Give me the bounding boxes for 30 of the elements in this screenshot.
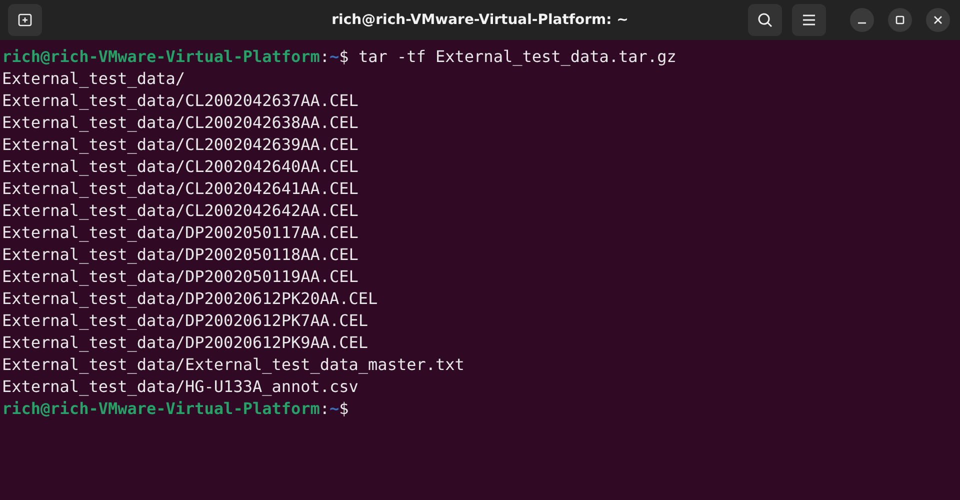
prompt-line: rich@rich-VMware-Virtual-Platform:~$ — [2, 398, 349, 420]
output-line: External_test_data/CL2002042638AA.CEL — [2, 112, 358, 134]
prompt-line: rich@rich-VMware-Virtual-Platform:~$ tar -tf External_test_data.tar.gz — [2, 46, 676, 68]
output-line: External_test_data/ — [2, 68, 186, 90]
output-line: External_test_data/DP2002050119AA.CEL — [2, 266, 358, 288]
output-line: External_test_data/CL2002042637AA.CEL — [2, 90, 358, 112]
output-line: External_test_data/HG-U133A_annot.csv — [2, 376, 358, 398]
close-button[interactable] — [926, 8, 950, 32]
window-title: rich@rich-VMware-Virtual-Platform: ~ — [332, 12, 628, 28]
new-tab-icon — [17, 12, 33, 28]
menu-icon — [802, 14, 816, 26]
menu-button[interactable] — [792, 4, 826, 36]
minimize-button[interactable] — [850, 8, 874, 32]
close-icon — [933, 15, 943, 25]
output-line: External_test_data/DP2002050117AA.CEL — [2, 222, 358, 244]
output-line: External_test_data/CL2002042642AA.CEL — [2, 200, 358, 222]
output-line: External_test_data/DP20020612PK9AA.CEL — [2, 332, 368, 354]
output-line: External_test_data/CL2002042639AA.CEL — [2, 134, 358, 156]
output-line: External_test_data/DP20020612PK20AA.CEL — [2, 288, 378, 310]
output-line: External_test_data/CL2002042641AA.CEL — [2, 178, 358, 200]
output-line: External_test_data/External_test_data_master.txt — [2, 354, 464, 376]
search-button[interactable] — [748, 4, 782, 36]
new-tab-button[interactable] — [8, 4, 42, 36]
maximize-icon — [895, 15, 905, 25]
output-line: External_test_data/CL2002042640AA.CEL — [2, 156, 358, 178]
output-line: External_test_data/DP20020612PK7AA.CEL — [2, 310, 368, 332]
minimize-icon — [858, 22, 866, 24]
search-icon — [757, 12, 773, 28]
maximize-button[interactable] — [888, 8, 912, 32]
output-line: External_test_data/DP2002050118AA.CEL — [2, 244, 358, 266]
